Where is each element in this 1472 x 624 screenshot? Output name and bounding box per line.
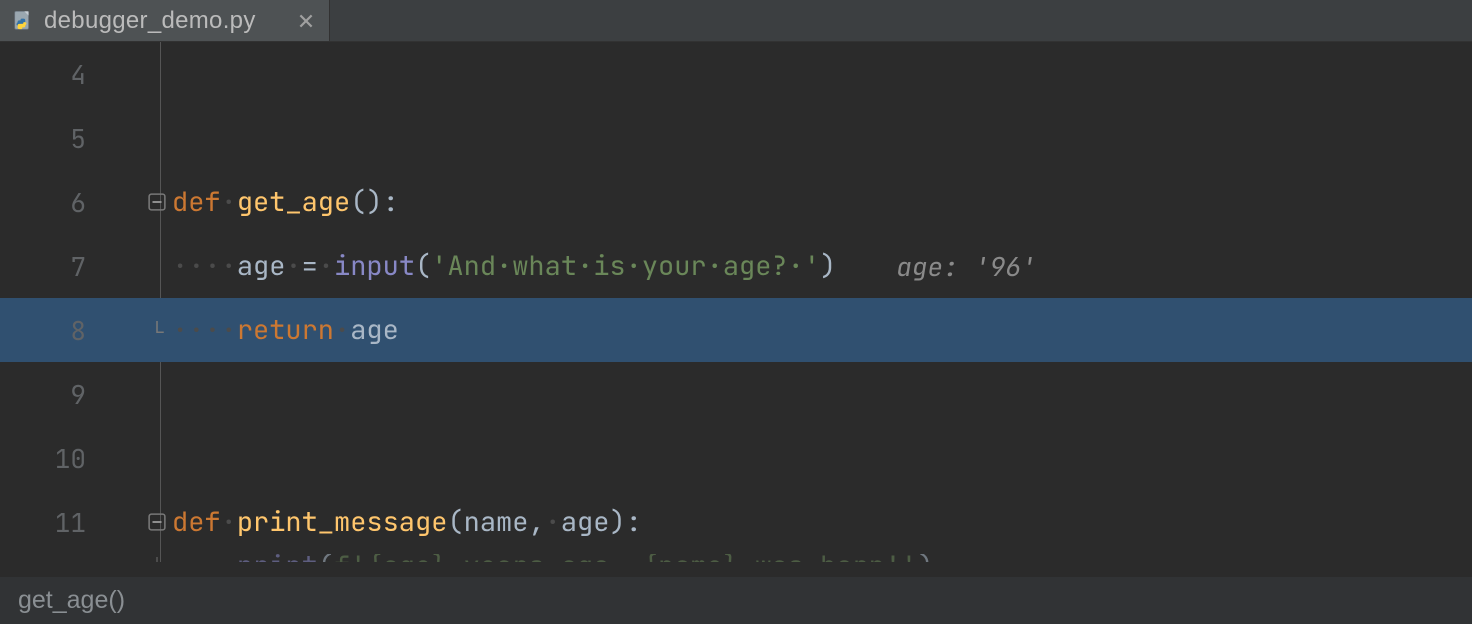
close-tab-button[interactable] xyxy=(297,12,315,30)
code-content: ····age·=·input('And·what·is·your·age?·'… xyxy=(172,248,1472,284)
execution-line[interactable]: 8 ····return·age xyxy=(0,298,1472,362)
breadcrumb[interactable]: get_age() xyxy=(18,586,125,615)
inline-variable-hint: age: '96' xyxy=(896,249,1036,284)
line-number: 7 xyxy=(0,249,86,284)
close-icon xyxy=(297,12,315,30)
code-line[interactable]: ····print(f'{age}·years·ago,·{name}·was·… xyxy=(0,554,1472,562)
line-number: 4 xyxy=(0,57,86,92)
fold-collapse-icon[interactable] xyxy=(146,511,168,533)
line-number: 6 xyxy=(0,185,86,220)
fold-end-icon xyxy=(146,319,168,341)
line-number: 8 xyxy=(0,313,86,348)
line-number: 9 xyxy=(0,377,86,412)
fold-collapse-icon[interactable] xyxy=(146,191,168,213)
code-line[interactable]: 5 xyxy=(0,106,1472,170)
fold-range-icon xyxy=(146,555,168,562)
code-content: def·get_age(): xyxy=(172,184,1472,220)
code-content: ····print(f'{age}·years·ago,·{name}·was·… xyxy=(172,554,1472,562)
code-content: def·print_message(name,·age): xyxy=(172,504,1472,540)
code-line[interactable]: 10 xyxy=(0,426,1472,490)
code-content: ····return·age xyxy=(172,312,1472,348)
python-file-icon xyxy=(12,10,34,32)
code-line[interactable]: 9 xyxy=(0,362,1472,426)
code-line[interactable]: 4 xyxy=(0,42,1472,106)
code-line[interactable]: 7 ····age·=·input('And·what·is·your·age?·… xyxy=(0,234,1472,298)
line-number: 5 xyxy=(0,121,86,156)
code-editor[interactable]: 4 5 6 def·get_age(): 7 ····age·=·input('And·w… xyxy=(0,42,1472,562)
editor-tab[interactable]: debugger_demo.py xyxy=(0,0,330,41)
line-number: 10 xyxy=(0,441,86,476)
line-number: 11 xyxy=(0,505,86,540)
tab-bar: debugger_demo.py xyxy=(0,0,1472,42)
code-line[interactable]: 6 def·get_age(): xyxy=(0,170,1472,234)
breadcrumb-bar[interactable]: get_age() xyxy=(0,576,1472,624)
code-line[interactable]: 11 def·print_message(name,·age): xyxy=(0,490,1472,554)
tab-filename: debugger_demo.py xyxy=(44,7,256,35)
